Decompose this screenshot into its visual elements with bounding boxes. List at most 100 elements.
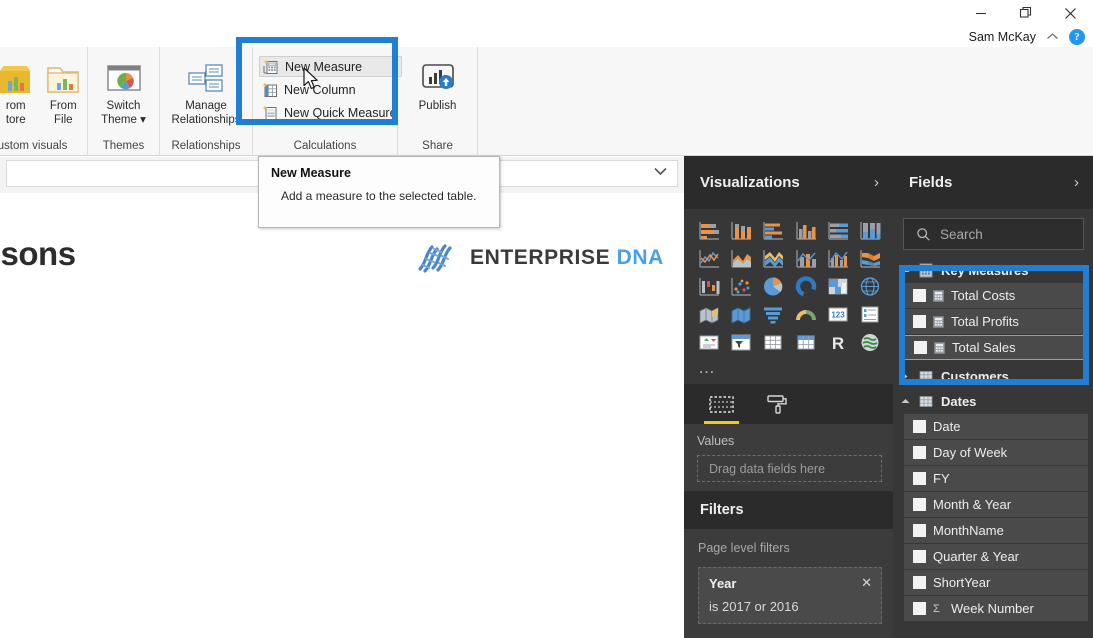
expand-chevron-icon[interactable]: ›	[1074, 174, 1079, 191]
chevron-up-icon[interactable]	[1046, 32, 1059, 41]
from-store-label: rom tore	[5, 100, 26, 126]
search-input[interactable]: Search	[903, 218, 1084, 250]
waterfall-chart-icon[interactable]	[694, 274, 724, 298]
manage-relationships-button[interactable]: Manage Relationships	[160, 51, 252, 127]
filter-card-year[interactable]: Year ✕ is 2017 or 2016	[698, 567, 882, 624]
tooltip-body: Add a measure to the selected table.	[281, 189, 477, 203]
expand-chevron-icon[interactable]: ›	[874, 174, 879, 191]
search-icon	[916, 227, 931, 242]
pie-chart-icon[interactable]	[758, 274, 788, 298]
100-stacked-column-chart-icon[interactable]	[855, 218, 885, 242]
ribbon-chart-icon[interactable]	[855, 246, 885, 270]
field-checkbox[interactable]	[913, 289, 926, 302]
treemap-icon[interactable]	[823, 274, 853, 298]
caret-icon[interactable]	[901, 398, 911, 405]
publish-button[interactable]: Publish	[407, 51, 469, 114]
card-icon[interactable]: 123	[823, 302, 853, 326]
field-item-quarter-and-year[interactable]: Quarter & Year	[904, 544, 1088, 569]
table-icon[interactable]	[758, 330, 788, 354]
new-quick-measure-button[interactable]: New Quick Measure	[259, 102, 402, 123]
donut-chart-icon[interactable]	[790, 274, 820, 298]
field-checkbox[interactable]	[913, 420, 926, 433]
close-icon[interactable]: ✕	[861, 575, 872, 591]
from-file-icon	[43, 55, 83, 97]
filters-body: Page level filters Year ✕ is 2017 or 201…	[684, 529, 893, 638]
slicer-icon[interactable]	[726, 330, 756, 354]
stacked-area-chart-icon[interactable]	[758, 246, 788, 270]
funnel-chart-icon[interactable]	[758, 302, 788, 326]
field-item-fy[interactable]: FY	[904, 466, 1088, 491]
help-icon[interactable]: ?	[1069, 28, 1085, 45]
line-chart-icon[interactable]	[694, 246, 724, 270]
switch-theme-button[interactable]: Switch Theme ▾	[93, 51, 155, 127]
scatter-chart-icon[interactable]	[726, 274, 756, 298]
field-table-key-measures[interactable]: Key Measures	[893, 258, 1093, 283]
new-measure-button[interactable]: New Measure	[259, 56, 402, 77]
visualization-pane-tabs	[684, 384, 893, 424]
field-checkbox[interactable]	[914, 341, 927, 354]
new-column-button[interactable]: New Column	[259, 79, 402, 100]
shape-map-icon[interactable]	[726, 302, 756, 326]
100-stacked-bar-chart-icon[interactable]	[823, 218, 853, 242]
field-label: Date	[933, 419, 961, 434]
field-label: Quarter & Year	[933, 549, 1019, 564]
report-canvas[interactable]: parisons	[0, 193, 684, 638]
field-checkbox[interactable]	[913, 576, 926, 589]
field-checkbox[interactable]	[913, 602, 926, 615]
minimize-icon[interactable]	[958, 1, 1003, 25]
caret-icon[interactable]	[901, 267, 911, 274]
field-item-day-of-week[interactable]: Day of Week	[904, 440, 1088, 465]
field-table-name: Customers	[941, 369, 1009, 384]
close-icon[interactable]	[1048, 1, 1093, 25]
field-item-shortyear[interactable]: ShortYear	[904, 570, 1088, 595]
field-item-total-sales[interactable]: Total Sales	[904, 335, 1088, 360]
area-chart-icon[interactable]	[726, 246, 756, 270]
tab-format[interactable]	[765, 384, 790, 424]
stacked-bar-chart-icon[interactable]	[694, 218, 724, 242]
field-table-name: Dates	[941, 394, 977, 409]
field-label: Total Sales	[952, 340, 1016, 355]
tab-fields[interactable]	[704, 384, 739, 424]
field-item-week-number[interactable]: Σ Week Number	[904, 596, 1088, 621]
field-checkbox[interactable]	[913, 472, 926, 485]
field-item-month-and-year[interactable]: Month & Year	[904, 492, 1088, 517]
stacked-column-chart-icon[interactable]	[726, 218, 756, 242]
chevron-down-icon[interactable]	[653, 166, 668, 176]
field-checkbox[interactable]	[913, 524, 926, 537]
field-item-monthname[interactable]: MonthName	[904, 518, 1088, 543]
line-clustered-column-chart-icon[interactable]	[823, 246, 853, 270]
restore-icon[interactable]	[1003, 1, 1048, 25]
line-stacked-column-chart-icon[interactable]	[790, 246, 820, 270]
clustered-bar-chart-icon[interactable]	[758, 218, 788, 242]
python-visual-icon[interactable]	[855, 330, 885, 354]
caret-icon[interactable]	[901, 372, 911, 381]
from-file-button[interactable]: From File	[40, 51, 88, 127]
field-table-dates[interactable]: Dates	[893, 389, 1093, 414]
more-visuals-button[interactable]: …	[684, 356, 893, 384]
field-item-total-costs[interactable]: Total Costs	[904, 283, 1088, 308]
from-store-icon	[0, 55, 36, 97]
new-measure-icon	[263, 58, 280, 75]
field-checkbox[interactable]	[913, 446, 926, 459]
matrix-icon[interactable]	[790, 330, 820, 354]
field-checkbox[interactable]	[913, 498, 926, 511]
field-table-customers[interactable]: Customers	[893, 364, 1093, 389]
account-area[interactable]: Sam McKay ?	[969, 26, 1085, 47]
values-drop-zone[interactable]: Drag data fields here	[697, 455, 882, 482]
field-item-date[interactable]: Date	[904, 414, 1088, 439]
filled-map-icon[interactable]	[694, 302, 724, 326]
from-store-button[interactable]: rom tore	[0, 51, 40, 127]
map-icon[interactable]	[855, 274, 885, 298]
field-checkbox[interactable]	[913, 315, 926, 328]
r-script-visual-icon[interactable]: R	[823, 330, 853, 354]
calculator-icon	[934, 341, 945, 354]
field-checkbox[interactable]	[913, 550, 926, 563]
kpi-icon[interactable]	[694, 330, 724, 354]
gauge-icon[interactable]	[790, 302, 820, 326]
power-bi-window: Sam McKay ? rom tore From File ustom vis…	[0, 0, 1093, 638]
field-table-name: Key Measures	[941, 263, 1029, 278]
clustered-column-chart-icon[interactable]	[790, 218, 820, 242]
field-item-total-profits[interactable]: Total Profits	[904, 309, 1088, 334]
ribbon-group-calculations: New Measure New Column New Quick Measure…	[253, 47, 402, 156]
multi-row-card-icon[interactable]	[855, 302, 885, 326]
